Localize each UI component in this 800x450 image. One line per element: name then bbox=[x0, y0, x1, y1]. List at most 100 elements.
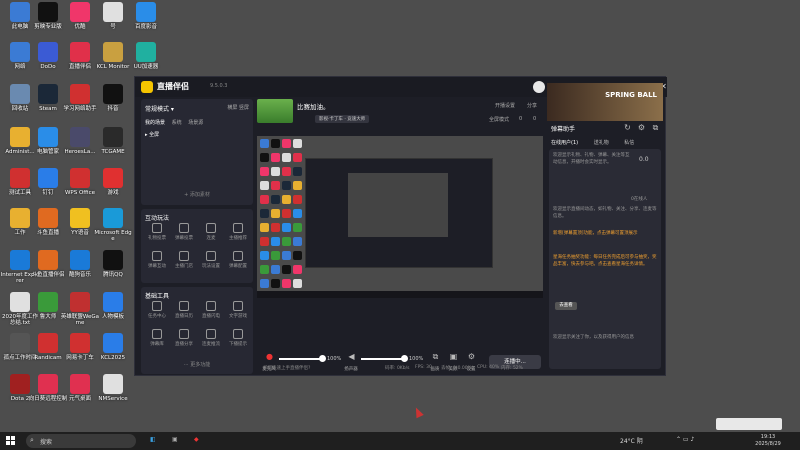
tool-button[interactable]: 礼物投票 bbox=[145, 223, 169, 241]
preview-inner-window bbox=[305, 158, 493, 268]
popout-icon[interactable]: ⧉ bbox=[651, 123, 660, 132]
view-button[interactable]: 去查看 bbox=[555, 302, 577, 310]
mic-icon[interactable]: ● bbox=[265, 352, 274, 361]
stream-preview bbox=[257, 136, 543, 298]
search-icon: ⌕ bbox=[30, 436, 34, 444]
tool-button[interactable]: 玩法设置 bbox=[199, 251, 223, 269]
tab-scene-source[interactable]: 场景源 bbox=[188, 120, 203, 126]
tool-label: 主播门店 bbox=[175, 264, 193, 269]
tool-button[interactable]: 弹幕库 bbox=[145, 329, 169, 347]
tab-system[interactable]: 系统 bbox=[172, 120, 182, 126]
desktop-icon[interactable]: UU加速器 bbox=[126, 42, 166, 70]
stream-title[interactable]: 比赛加油。 bbox=[297, 101, 330, 111]
tool-icon bbox=[206, 223, 216, 233]
desktop-icon[interactable]: 人物模板 bbox=[93, 292, 133, 320]
tool-button[interactable]: 主播门店 bbox=[172, 251, 196, 269]
add-source-button[interactable]: + 添加素材 bbox=[141, 191, 253, 198]
app-icon bbox=[103, 374, 123, 394]
weather[interactable]: 24°C 阴 bbox=[620, 436, 643, 445]
app-icon bbox=[136, 42, 156, 62]
refresh-icon[interactable]: ↻ bbox=[623, 123, 632, 132]
tab-my-scene[interactable]: 我的场景 bbox=[145, 120, 165, 126]
tool-button[interactable]: 直播分享 bbox=[172, 329, 196, 347]
live-companion-taskbar-icon[interactable]: ◆ bbox=[194, 436, 199, 443]
tab-gifts[interactable]: 送礼物 bbox=[594, 140, 609, 146]
ad-banner[interactable]: SPRING BALL bbox=[547, 83, 663, 121]
live-settings-link[interactable]: 开播设置 bbox=[495, 102, 515, 109]
desktop-icon-label: 腾讯QQ bbox=[103, 272, 123, 278]
status-dropped: 丢帧: 0(0.00%) bbox=[441, 366, 474, 371]
tool-button[interactable]: 任务中心 bbox=[145, 301, 169, 319]
taskview-icon[interactable]: ◧ bbox=[150, 436, 156, 443]
desktop-icon[interactable]: KCL2025 bbox=[93, 333, 133, 361]
tool-button[interactable]: 直播日历 bbox=[172, 301, 196, 319]
orientation-toggle[interactable]: 横屏 竖屏 bbox=[227, 104, 249, 111]
tool-label: 弹幕配置 bbox=[229, 264, 247, 269]
ad-text: SPRING BALL bbox=[605, 91, 657, 99]
preview-taskbar bbox=[257, 291, 543, 298]
tool-icon bbox=[179, 251, 189, 261]
live-companion-window: 直播伴侣 9.5.0.3 ▢ ◫ ◐ ≡ − □ ✕ 常规模式 ▾ 横屏 竖屏 … bbox=[134, 76, 667, 376]
tool-button[interactable]: 下播提示 bbox=[226, 329, 250, 347]
share-link[interactable]: 分享 bbox=[527, 102, 537, 109]
tab-private[interactable]: 私信 bbox=[624, 140, 634, 146]
app-icon bbox=[103, 168, 123, 188]
tool-button[interactable]: 文字游戏 bbox=[226, 301, 250, 319]
gear-icon[interactable]: ⚙ bbox=[467, 352, 476, 361]
stream-cover[interactable] bbox=[257, 99, 293, 123]
online-badge: 0在线人 bbox=[631, 197, 648, 202]
desktop-icon[interactable]: Microsoft Edge bbox=[93, 208, 133, 243]
mode-selector[interactable]: 常规模式 ▾ bbox=[145, 104, 174, 113]
ime-toolbar[interactable] bbox=[716, 418, 782, 430]
tool-button[interactable]: 连麦推流 bbox=[199, 329, 223, 347]
tray-icons[interactable]: ⌃ ▭ ♪ bbox=[676, 436, 694, 443]
clock[interactable]: 19:13 2025/8/29 bbox=[750, 434, 786, 447]
app-icon bbox=[10, 42, 30, 62]
preview-icon bbox=[271, 251, 280, 260]
tool-button[interactable]: 连麦 bbox=[199, 223, 223, 241]
speaker-slider-handle[interactable] bbox=[401, 355, 408, 362]
tool-button[interactable]: 弹幕配置 bbox=[226, 251, 250, 269]
speaker-volume: 100% bbox=[409, 356, 424, 362]
help-link[interactable]: 如何快速上手直播伴侣? bbox=[263, 365, 310, 371]
tab-online-users[interactable]: 在线用户(1) bbox=[551, 140, 578, 146]
preview-icon bbox=[282, 181, 291, 190]
mic-slider-track[interactable] bbox=[279, 358, 323, 360]
mic-slider-handle[interactable] bbox=[319, 355, 326, 362]
search-box[interactable]: ⌕ 搜索 bbox=[26, 434, 136, 448]
desktop-icon[interactable]: 腾讯QQ bbox=[93, 250, 133, 278]
tool-button[interactable]: 直播闪电 bbox=[199, 301, 223, 319]
start-button[interactable] bbox=[6, 436, 16, 446]
quality-icon[interactable]: ⧉ bbox=[431, 352, 440, 361]
speaker-icon[interactable]: ◀ bbox=[347, 352, 356, 361]
settings-icon[interactable]: ⚙ bbox=[637, 123, 646, 132]
desktop-icon[interactable]: 抖音 bbox=[93, 84, 133, 112]
scene-tabs: 我的场景 系统 场景源 bbox=[145, 119, 208, 126]
app-icon bbox=[70, 127, 90, 147]
tool-label: 礼物投票 bbox=[148, 236, 166, 241]
tool-button[interactable]: 弹幕投票 bbox=[172, 223, 196, 241]
app-icon[interactable]: ▣ bbox=[172, 436, 178, 443]
avatar[interactable] bbox=[533, 81, 545, 93]
category-tag[interactable]: 影视·卡丁车 · 竞速大师 bbox=[315, 115, 370, 123]
desktop-icon[interactable]: NMService bbox=[93, 374, 133, 402]
tool-button[interactable]: 主播推荐 bbox=[226, 223, 250, 241]
preview-icon bbox=[260, 181, 269, 190]
preview-icon bbox=[260, 195, 269, 204]
desktop-icon[interactable]: 百度影音 bbox=[126, 2, 166, 30]
preview-icon bbox=[271, 223, 280, 232]
app-icon bbox=[103, 208, 123, 228]
app-icon bbox=[103, 84, 123, 104]
tool-button[interactable]: 弹幕互动 bbox=[145, 251, 169, 269]
desktop-icon[interactable]: 游戏 bbox=[93, 168, 133, 196]
speaker-slider-track[interactable] bbox=[361, 358, 405, 360]
tool-icon bbox=[206, 329, 216, 339]
scene-item-fullscreen[interactable]: ▸ 全屏 bbox=[145, 131, 159, 138]
score-value: 0.0 bbox=[639, 156, 649, 163]
tool-icon bbox=[179, 301, 189, 311]
desktop-icon[interactable]: TCGAME bbox=[93, 127, 133, 155]
beauty-icon[interactable]: ▣ bbox=[449, 352, 458, 361]
fullscreen-toggle[interactable]: 全屏模式 bbox=[489, 116, 509, 123]
app-icon bbox=[38, 208, 58, 228]
tools-title: 基础工具 bbox=[145, 293, 170, 300]
